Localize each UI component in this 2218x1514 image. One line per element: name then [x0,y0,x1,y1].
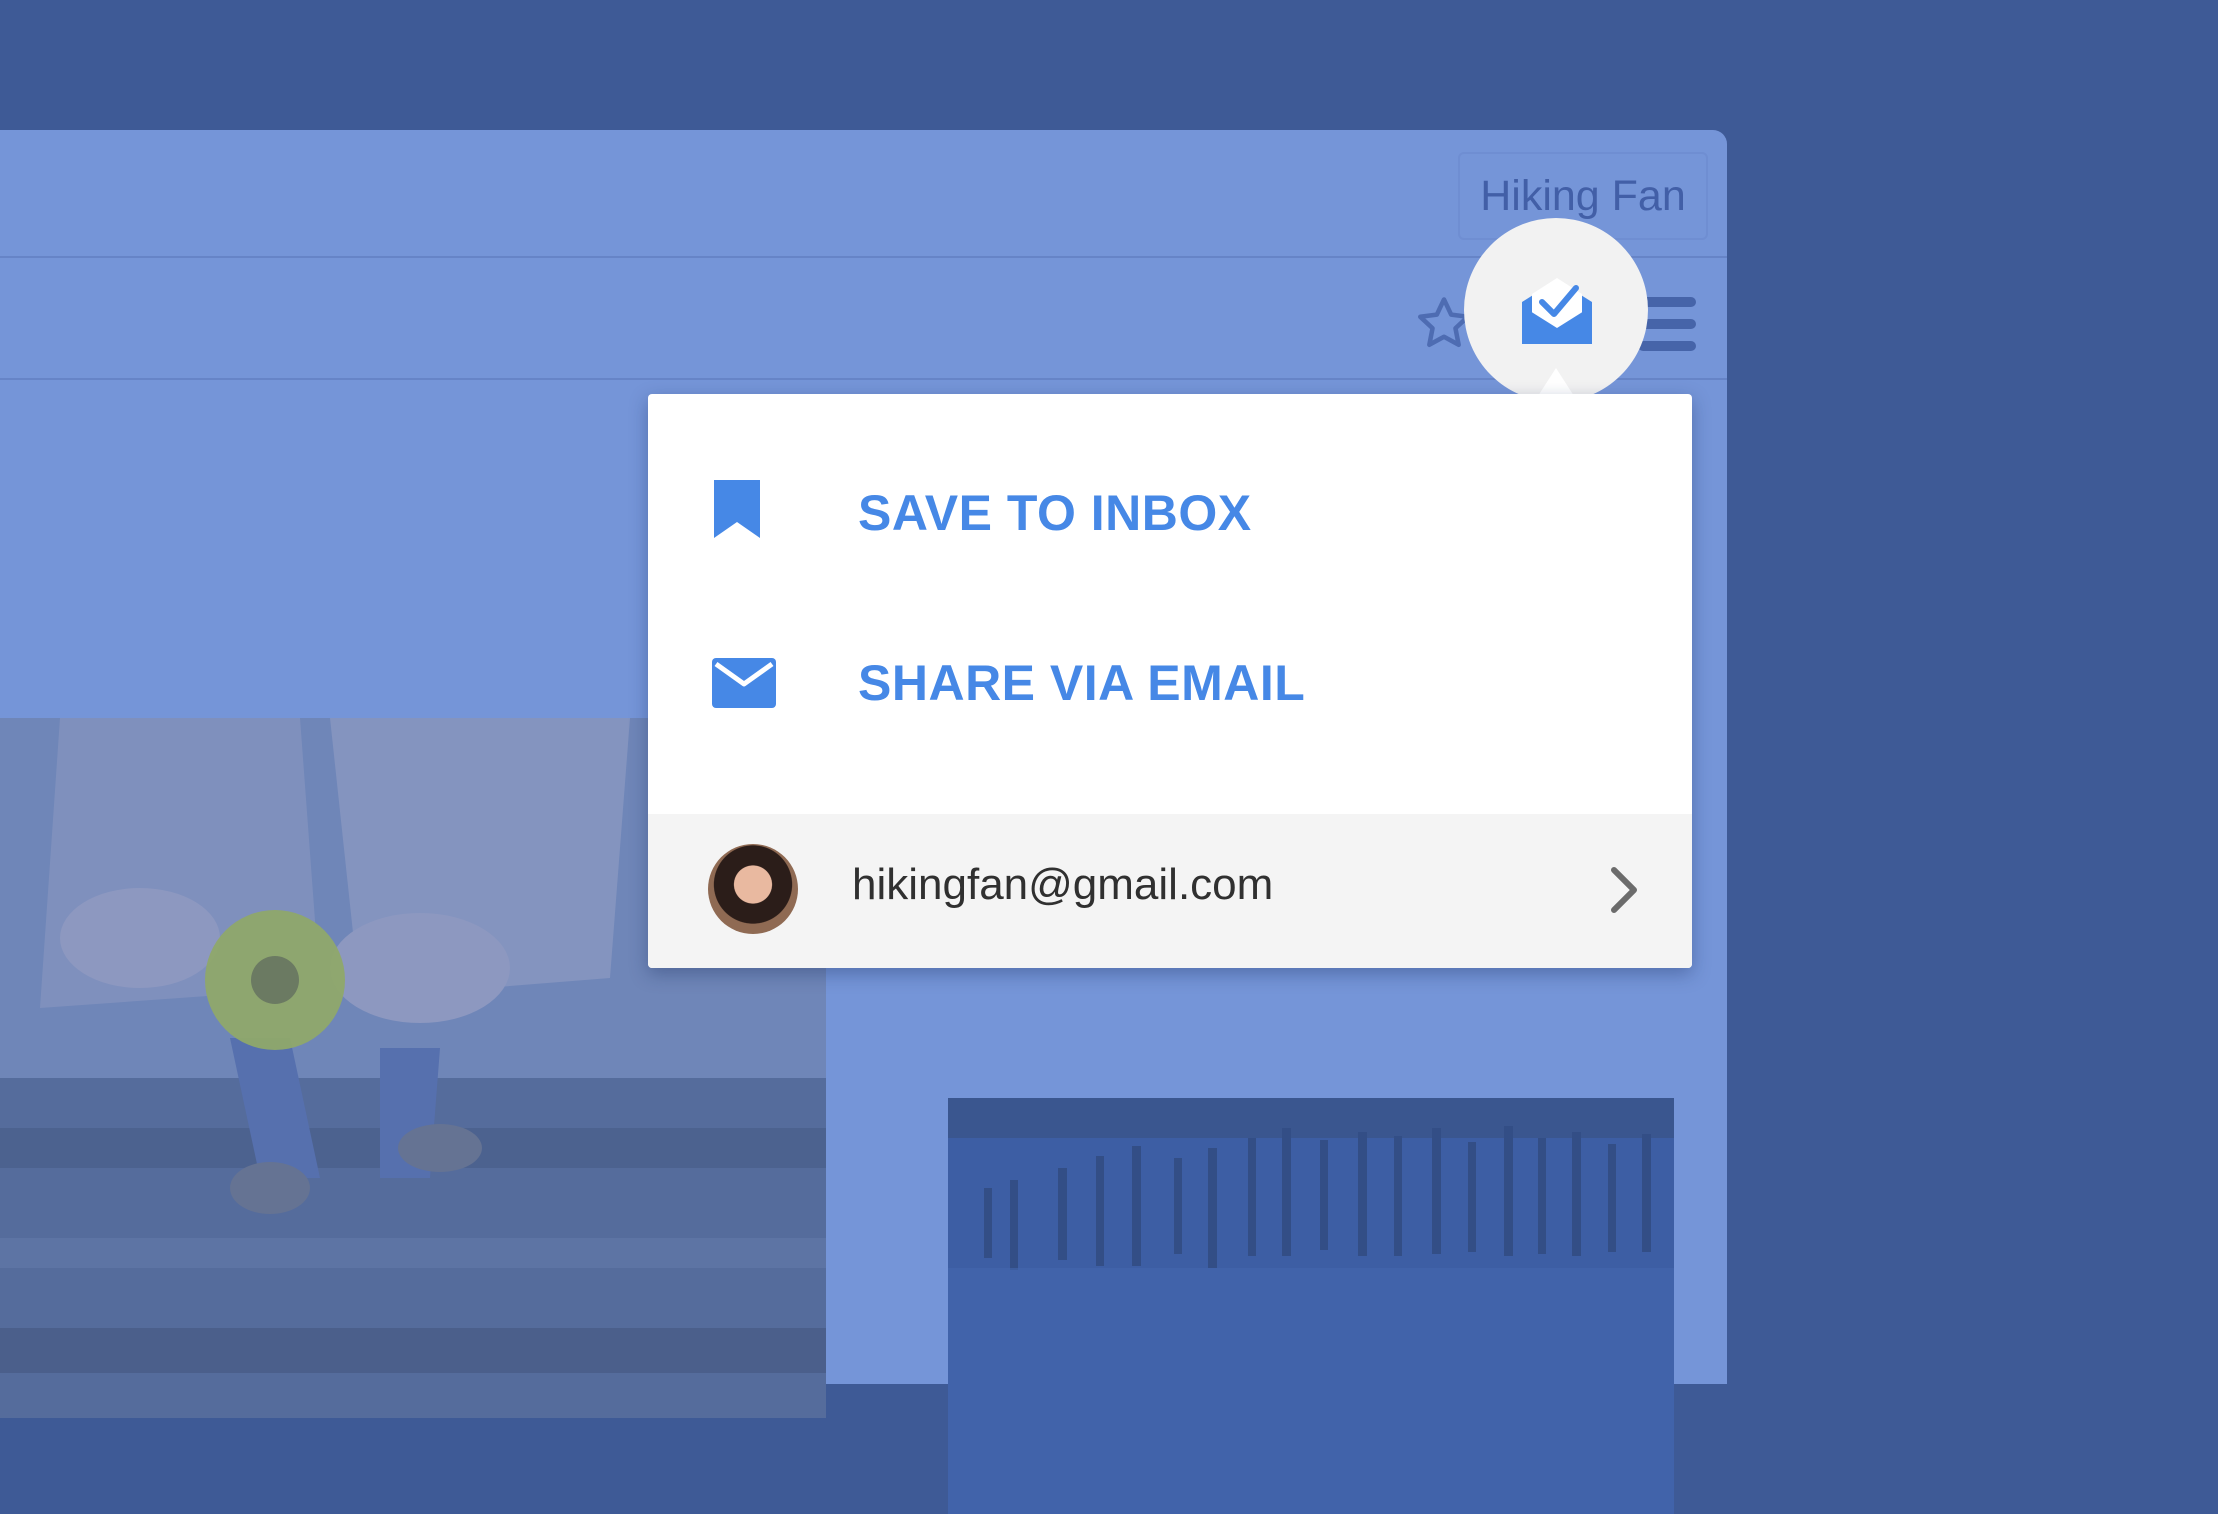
account-email: hikingfan@gmail.com [852,860,1274,909]
envelope-icon [712,658,776,708]
share-via-email-label: SHARE VIA EMAIL [858,655,1306,711]
inbox-popup: SAVE TO INBOX SHARE VIA EMAIL hikingfan@… [648,394,1692,968]
save-to-inbox-label: SAVE TO INBOX [858,485,1252,541]
tab-bar: Hiking Fan [0,130,1727,258]
save-to-inbox-action[interactable]: SAVE TO INBOX [648,440,1692,590]
share-via-email-action[interactable]: SHARE VIA EMAIL [648,610,1692,760]
hiking-photo-right [948,1098,1674,1514]
inbox-envelope-check-icon[interactable] [1518,272,1596,348]
account-row[interactable]: hikingfan@gmail.com [648,814,1692,968]
popup-arrow [1538,368,1574,396]
bookmark-icon [714,480,760,538]
chevron-right-icon[interactable] [1606,864,1642,916]
avatar [708,844,798,934]
